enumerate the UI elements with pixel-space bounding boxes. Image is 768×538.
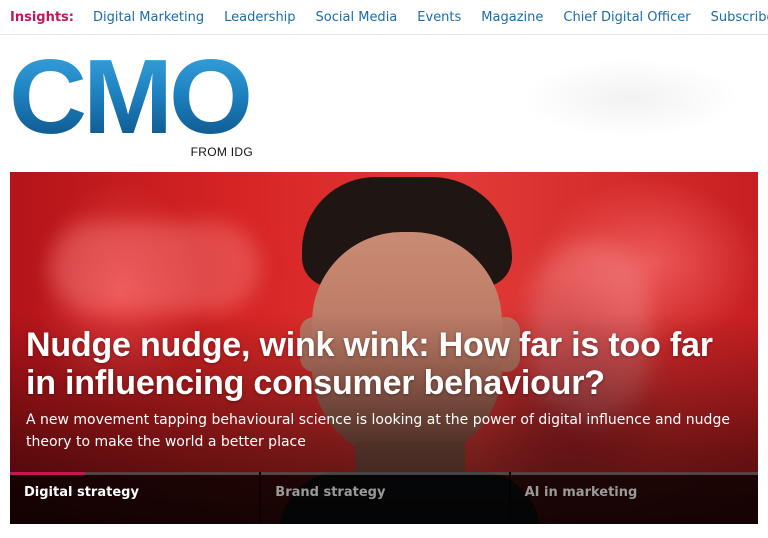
tab-progress-bar bbox=[10, 472, 260, 475]
nav-link-digital-marketing[interactable]: Digital Marketing bbox=[93, 10, 204, 25]
logo-tagline: FROM IDG bbox=[190, 145, 253, 159]
nav-link-magazine[interactable]: Magazine bbox=[481, 10, 543, 25]
tab-label: AI in marketing bbox=[524, 485, 638, 500]
tab-label: Digital strategy bbox=[24, 485, 139, 500]
top-nav: Insights: Digital Marketing Leadership S… bbox=[0, 0, 768, 35]
nav-link-leadership[interactable]: Leadership bbox=[224, 10, 295, 25]
tab-brand-strategy[interactable]: Brand strategy bbox=[259, 472, 509, 524]
nav-link-chief-digital-officer[interactable]: Chief Digital Officer bbox=[563, 10, 690, 25]
hero-headline[interactable]: Nudge nudge, wink wink: How far is too f… bbox=[26, 326, 746, 402]
site-header: CMO FROM IDG bbox=[0, 36, 768, 170]
hero-carousel[interactable]: Nudge nudge, wink wink: How far is too f… bbox=[10, 172, 758, 524]
hero-summary: A new movement tapping behavioural scien… bbox=[26, 412, 730, 450]
faded-banner-ad bbox=[520, 58, 740, 138]
nav-link-social-media[interactable]: Social Media bbox=[316, 10, 398, 25]
tab-progress-bar bbox=[261, 472, 509, 475]
tab-label: Brand strategy bbox=[275, 485, 386, 500]
carousel-tabs: Digital strategy Brand strategy AI in ma… bbox=[10, 472, 758, 524]
tab-progress-bar bbox=[510, 472, 758, 475]
cmo-logo[interactable]: CMO FROM IDG bbox=[9, 44, 259, 162]
logo-wordmark: CMO bbox=[9, 38, 253, 156]
insights-label: Insights: bbox=[10, 9, 74, 25]
tab-ai-in-marketing[interactable]: AI in marketing bbox=[508, 472, 758, 524]
tab-digital-strategy[interactable]: Digital strategy bbox=[10, 472, 260, 524]
nav-link-events[interactable]: Events bbox=[417, 10, 461, 25]
nav-link-subscribe[interactable]: Subscribe bbox=[711, 10, 768, 25]
